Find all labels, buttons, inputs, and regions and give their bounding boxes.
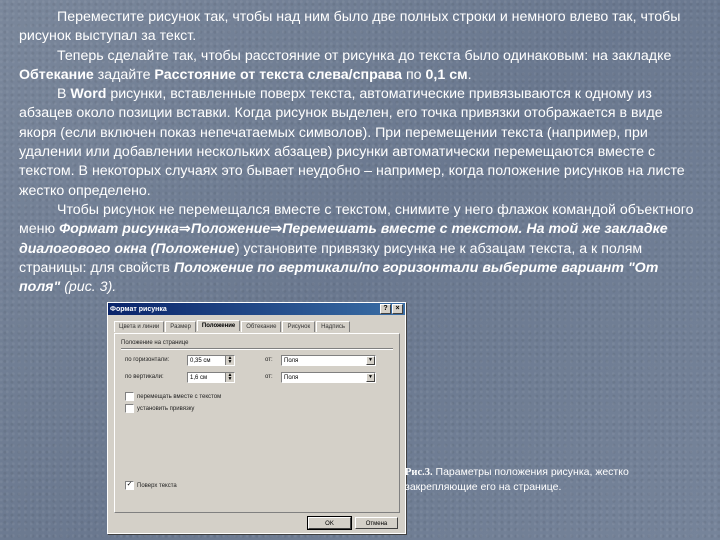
tab-position[interactable]: Положение bbox=[196, 320, 241, 331]
lock-anchor-checkbox[interactable]: установить привязку bbox=[125, 404, 194, 413]
vertical-from-label: от: bbox=[265, 374, 273, 380]
paragraph-3-text-a: В bbox=[57, 86, 71, 103]
dialog-tabs: Цвета и линии Размер Положение Обтекание… bbox=[114, 320, 351, 332]
stepper-arrows-icon[interactable]: ▲ ▼ bbox=[225, 373, 234, 382]
checkbox-box[interactable] bbox=[125, 392, 134, 401]
horizontal-value: 0,35 см bbox=[190, 358, 211, 364]
body-text: Переместите рисунок так, чтобы над ним б… bbox=[19, 8, 703, 297]
paragraph-2-bold-distance: Расстояние от текста слева/справа bbox=[154, 66, 403, 83]
paragraph-4: Чтобы рисунок не перемещался вместе с те… bbox=[19, 201, 703, 297]
paragraph-4-menu-position: Положение bbox=[190, 221, 271, 238]
stepper-arrows-icon[interactable]: ▲ ▼ bbox=[225, 356, 234, 365]
paragraph-4-menu-format: Формат рисунка bbox=[59, 221, 179, 238]
horizontal-from-select[interactable]: Поля ▼ bbox=[281, 355, 376, 366]
position-panel: Положение на странице по горизонтали: 0,… bbox=[114, 333, 400, 513]
cancel-button[interactable]: Отмена bbox=[355, 517, 398, 529]
menu-arrow-icon: ⇒ bbox=[178, 221, 191, 238]
paragraph-4-figure-ref: (рис. 3). bbox=[60, 279, 117, 296]
group-label: Положение на странице bbox=[121, 340, 189, 346]
paragraph-2: Теперь сделайте так, чтобы расстояние от… bbox=[19, 47, 703, 86]
tab-colors-lines[interactable]: Цвета и линии bbox=[114, 321, 165, 332]
titlebar-buttons: ? × bbox=[380, 304, 403, 314]
paragraph-2-text-c: задайте bbox=[93, 66, 155, 83]
vertical-value: 1,6 см bbox=[190, 375, 208, 381]
vertical-from-value: Поля bbox=[284, 375, 299, 381]
caption-number: Рис.3. bbox=[405, 467, 433, 478]
paragraph-3-bold-word: Word bbox=[70, 86, 107, 103]
dialog-titlebar: Формат рисунка ? × bbox=[108, 303, 405, 315]
figure-caption: Рис.3. Параметры положения рисунка, жест… bbox=[405, 465, 635, 494]
help-button[interactable]: ? bbox=[380, 304, 391, 314]
tab-picture[interactable]: Рисунок bbox=[282, 321, 316, 332]
paragraph-2-text-a: Теперь сделайте так, чтобы расстояние от… bbox=[57, 47, 672, 64]
tab-textbox[interactable]: Надпись bbox=[316, 321, 350, 332]
paragraph-2-bold-wrap: Обтекание bbox=[19, 66, 94, 83]
group-divider bbox=[121, 348, 393, 350]
checkmark-icon[interactable]: ✓ bbox=[125, 481, 134, 490]
float-over-text-label: Поверх текста bbox=[137, 482, 177, 489]
vertical-from-select[interactable]: Поля ▼ bbox=[281, 372, 376, 383]
checkbox-box[interactable] bbox=[125, 404, 134, 413]
tab-size[interactable]: Размер bbox=[165, 321, 196, 332]
float-over-text-checkbox[interactable]: ✓ Поверх текста bbox=[125, 481, 177, 490]
paragraph-1-text: Переместите рисунок так, чтобы над ним б… bbox=[19, 9, 681, 45]
horizontal-from-label: от: bbox=[265, 357, 273, 363]
format-picture-dialog: Формат рисунка ? × Цвета и линии Размер … bbox=[107, 302, 406, 534]
move-with-text-label: перемещать вместе с текстом bbox=[137, 393, 222, 400]
ok-button[interactable]: OK bbox=[307, 516, 352, 530]
horizontal-label: по горизонтали: bbox=[125, 357, 170, 363]
dropdown-arrow-icon[interactable]: ▼ bbox=[366, 356, 375, 365]
paragraph-3: В Word рисунки, вставленные поверх текст… bbox=[19, 85, 703, 201]
horizontal-stepper[interactable]: 0,35 см ▲ ▼ bbox=[187, 355, 235, 366]
paragraph-2-text-g: . bbox=[467, 66, 472, 83]
horizontal-from-value: Поля bbox=[284, 358, 299, 364]
move-with-text-checkbox[interactable]: перемещать вместе с текстом bbox=[125, 392, 221, 401]
tab-wrapping[interactable]: Обтекание bbox=[241, 321, 282, 332]
vertical-stepper[interactable]: 1,6 см ▲ ▼ bbox=[187, 372, 235, 383]
menu-arrow-icon: ⇒ bbox=[270, 221, 283, 238]
paragraph-1: Переместите рисунок так, чтобы над ним б… bbox=[19, 8, 703, 47]
dropdown-arrow-icon[interactable]: ▼ bbox=[366, 373, 375, 382]
paragraph-2-bold-value: 0,1 см bbox=[425, 66, 468, 83]
close-button[interactable]: × bbox=[392, 304, 403, 314]
dialog-title: Формат рисунка bbox=[110, 305, 167, 313]
vertical-label: по вертикали: bbox=[125, 374, 164, 380]
caption-text: Параметры положения рисунка, жестко закр… bbox=[405, 466, 629, 493]
paragraph-3-text-c: рисунки, вставленные поверх текста, авто… bbox=[19, 86, 685, 199]
paragraph-2-text-e: по bbox=[402, 66, 426, 83]
lock-anchor-label: установить привязку bbox=[137, 405, 195, 412]
